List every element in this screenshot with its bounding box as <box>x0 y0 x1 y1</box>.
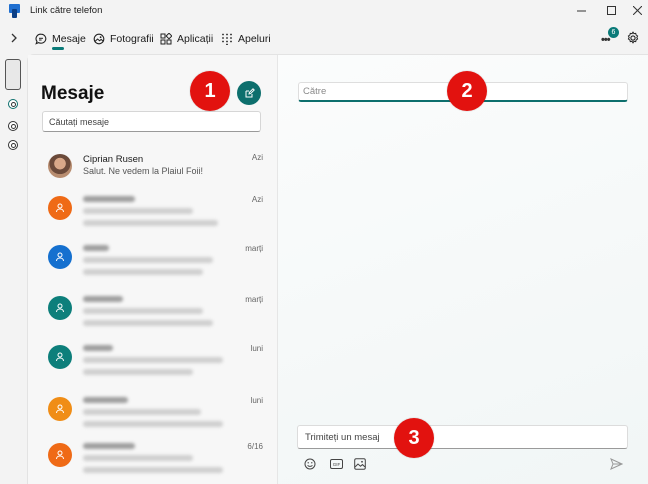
redacted-text <box>83 397 128 403</box>
redacted-text <box>83 220 218 226</box>
close-icon <box>632 5 642 15</box>
top-navigation: Mesaje Fotografii Aplicații Apeluri ••• … <box>0 24 648 52</box>
conversation-item[interactable]: 6/16 <box>28 439 278 484</box>
conversation-item[interactable]: marți <box>28 292 278 342</box>
title-bar: Link către telefon <box>0 0 648 22</box>
redacted-text <box>83 269 203 275</box>
annotation-marker-2: 2 <box>447 71 487 111</box>
redacted-text <box>83 208 193 214</box>
conversation-date: Azi <box>251 153 263 162</box>
redacted-text <box>83 443 135 449</box>
redacted-text <box>83 409 201 415</box>
conversation-date: luni <box>250 396 263 405</box>
annotation-marker-1: 1 <box>190 71 230 111</box>
device-indicator-icon[interactable] <box>8 99 18 109</box>
notifications-button[interactable]: ••• 6 <box>600 27 619 46</box>
tab-calls[interactable]: Apeluri <box>221 30 271 48</box>
conversation-name: Ciprian Rusen <box>83 154 144 165</box>
tab-messages-label: Mesaje <box>52 33 86 45</box>
redacted-text <box>83 421 223 427</box>
conversation-date: luni <box>250 344 263 353</box>
tab-calls-label: Apeluri <box>238 33 271 45</box>
svg-text:GIF: GIF <box>332 462 340 467</box>
image-button[interactable] <box>353 457 367 471</box>
new-message-button[interactable] <box>237 81 261 105</box>
maximize-icon <box>606 5 616 15</box>
search-messages-input[interactable] <box>42 111 261 132</box>
tab-photos-label: Fotografii <box>110 33 154 45</box>
chat-bubble-icon <box>35 33 47 45</box>
message-input[interactable] <box>297 425 628 449</box>
conversation-date: marți <box>245 295 263 304</box>
expand-sidebar-button[interactable] <box>6 30 22 46</box>
redacted-text <box>83 196 135 202</box>
conversation-item[interactable]: marți <box>28 241 278 291</box>
redacted-text <box>83 455 193 461</box>
emoji-icon <box>304 458 316 470</box>
signal-status-icon <box>8 140 18 150</box>
device-rail <box>0 54 27 484</box>
contact-photo-avatar <box>48 154 72 178</box>
main-content: Mesaje Ciprian RusenSalut. Ne vedem la P… <box>27 54 648 484</box>
tab-photos[interactable]: Fotografii <box>93 30 154 48</box>
gif-button[interactable]: GIF <box>329 457 343 471</box>
conversation-item[interactable]: luni <box>28 393 278 443</box>
redacted-text <box>83 308 203 314</box>
phone-link-app-icon <box>9 4 20 18</box>
redacted-text <box>83 257 213 263</box>
app-title: Link către telefon <box>30 5 103 16</box>
apps-grid-icon <box>160 33 172 45</box>
redacted-text <box>83 296 123 302</box>
conversation-item[interactable]: Azi <box>28 192 278 242</box>
redacted-text <box>83 245 109 251</box>
conversation-date: 6/16 <box>247 442 263 451</box>
minimize-button[interactable] <box>566 0 596 20</box>
redacted-text <box>83 357 223 363</box>
messages-panel: Mesaje Ciprian RusenSalut. Ne vedem la P… <box>28 55 278 484</box>
image-icon <box>354 458 366 470</box>
compose-icon <box>245 87 255 97</box>
dialpad-icon <box>222 33 232 45</box>
conversation-date: marți <box>245 244 263 253</box>
battery-status-icon <box>8 121 18 131</box>
person-avatar-icon <box>48 443 72 467</box>
redacted-text <box>83 320 213 326</box>
conversation-date: Azi <box>251 195 263 204</box>
compose-panel: GIF <box>278 55 648 484</box>
messages-heading: Mesaje <box>41 83 105 104</box>
conversation-item[interactable]: luni <box>28 341 278 391</box>
annotation-marker-3: 3 <box>394 418 434 458</box>
close-button[interactable] <box>622 0 648 20</box>
tab-apps-label: Aplicații <box>177 33 214 45</box>
phone-device-icon[interactable] <box>5 59 21 90</box>
tab-messages[interactable]: Mesaje <box>35 30 86 48</box>
redacted-text <box>83 345 113 351</box>
redacted-text <box>83 467 223 473</box>
person-avatar-icon <box>48 397 72 421</box>
person-avatar-icon <box>48 245 72 269</box>
minimize-icon <box>576 10 586 11</box>
gear-icon[interactable] <box>626 31 640 45</box>
chevron-right-icon <box>11 33 17 43</box>
person-avatar-icon <box>48 345 72 369</box>
gif-icon: GIF <box>329 459 343 469</box>
person-avatar-icon <box>48 296 72 320</box>
emoji-button[interactable] <box>303 457 317 471</box>
redacted-text <box>83 369 193 375</box>
tab-apps[interactable]: Aplicații <box>160 30 213 48</box>
active-tab-indicator <box>52 47 64 50</box>
notification-count-badge: 6 <box>608 27 619 38</box>
conversation-preview: Salut. Ne vedem la Plaiul Foii! <box>83 166 204 176</box>
photos-icon <box>93 33 105 45</box>
send-icon <box>609 458 623 470</box>
person-avatar-icon <box>48 196 72 220</box>
send-button[interactable] <box>609 457 623 471</box>
